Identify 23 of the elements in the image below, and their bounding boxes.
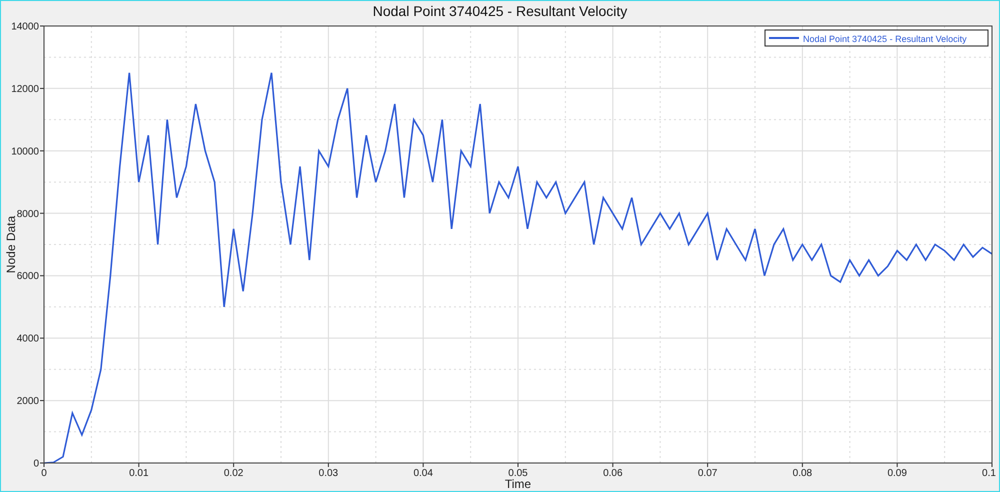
chart-title: Nodal Point 3740425 - Resultant Velocity bbox=[372, 2, 628, 20]
x-tick-label: 0.1 bbox=[982, 468, 996, 479]
x-tick-label: 0.07 bbox=[698, 468, 718, 479]
legend-label: Nodal Point 3740425 - Resultant Velocity bbox=[803, 34, 967, 44]
y-tick-label: 0 bbox=[33, 458, 39, 470]
x-tick-label: 0.03 bbox=[318, 468, 338, 479]
x-tick-label: 0.05 bbox=[508, 468, 528, 479]
y-tick-label: 4000 bbox=[16, 334, 39, 345]
y-tick-label: 2000 bbox=[16, 396, 39, 408]
x-tick-label: 0.06 bbox=[603, 468, 623, 479]
y-tick-label: 12000 bbox=[11, 84, 39, 95]
x-tick-label: 0 bbox=[41, 468, 47, 479]
x-tick-label: 0.02 bbox=[224, 468, 244, 479]
y-tick-label: 6000 bbox=[16, 271, 39, 282]
x-tick-label: 0.08 bbox=[792, 468, 812, 479]
x-tick-label: 0.01 bbox=[129, 468, 149, 479]
x-axis-title: Time bbox=[504, 477, 532, 491]
y-axis-title: Node Data bbox=[4, 216, 18, 274]
y-tick-label: 14000 bbox=[11, 22, 39, 32]
x-tick-label: 0.04 bbox=[413, 468, 433, 479]
x-tick-label: 0.09 bbox=[887, 468, 907, 479]
y-tick-label: 8000 bbox=[16, 208, 39, 220]
y-tick-label: 10000 bbox=[11, 146, 39, 158]
